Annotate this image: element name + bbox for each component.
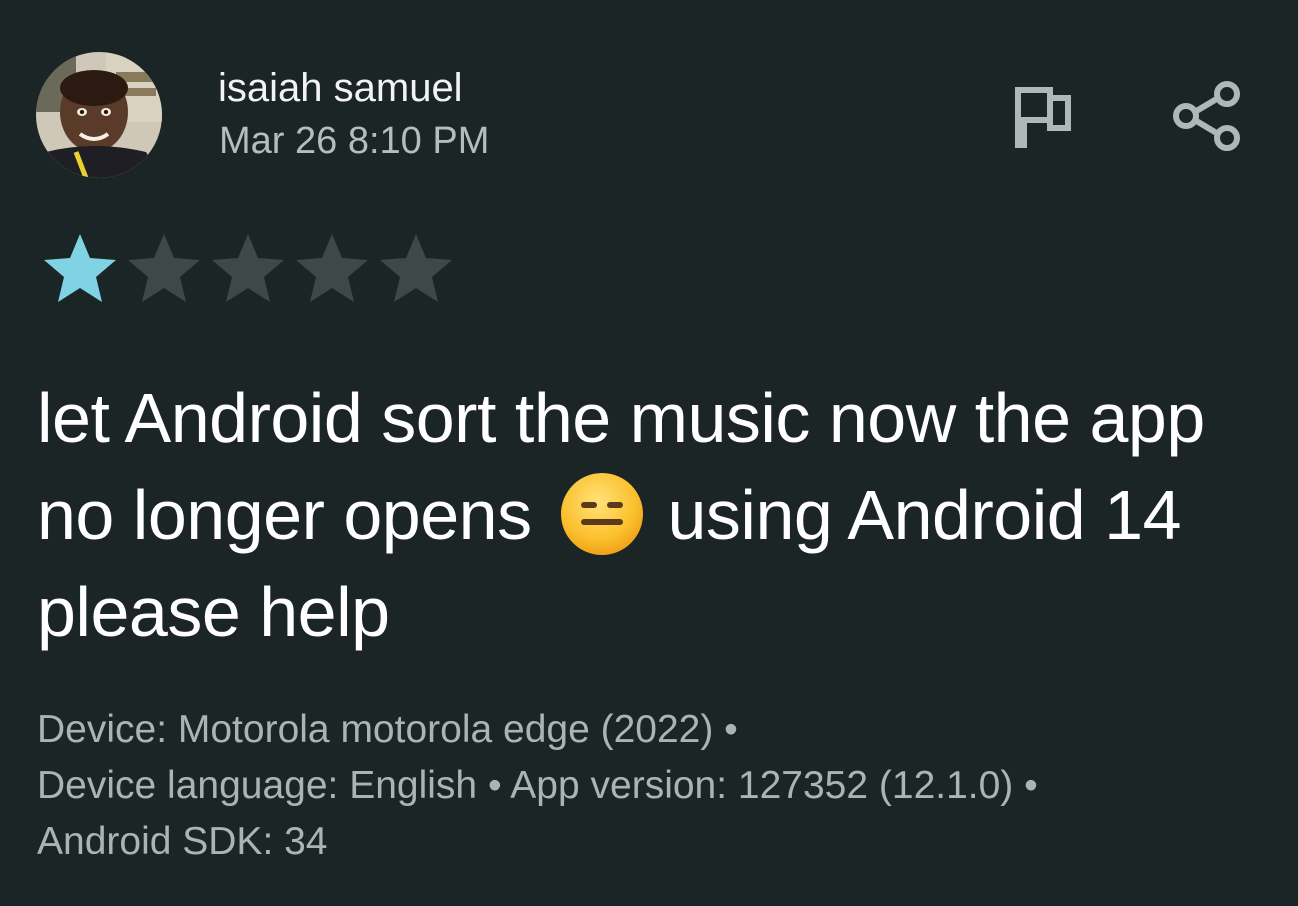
neutral-face-emoji <box>560 473 643 555</box>
star-empty-icon <box>380 234 452 302</box>
flag-button[interactable] <box>1010 84 1076 150</box>
flag-icon <box>1015 87 1071 148</box>
star-rating <box>38 230 458 306</box>
device-info-line-3: Android SDK: 34 <box>37 820 328 863</box>
star-empty-icon <box>296 234 368 302</box>
star-filled-icon <box>44 234 116 302</box>
device-info: Device: Motorola motorola edge (2022) • … <box>37 702 1277 870</box>
avatar[interactable] <box>36 52 162 178</box>
share-icon <box>1173 81 1240 151</box>
author-name: isaiah samuel <box>218 66 463 110</box>
star-empty-icon <box>128 234 200 302</box>
review-date: Mar 26 8:10 PM <box>219 120 490 162</box>
device-info-line-1: Device: Motorola motorola edge (2022) • <box>37 708 738 751</box>
device-info-line-2: Device language: English • App version: … <box>37 764 1038 807</box>
review-text: let Android sort the music now the app n… <box>37 370 1277 661</box>
share-button[interactable] <box>1170 78 1244 152</box>
star-empty-icon <box>212 234 284 302</box>
avatar-image <box>36 52 162 178</box>
